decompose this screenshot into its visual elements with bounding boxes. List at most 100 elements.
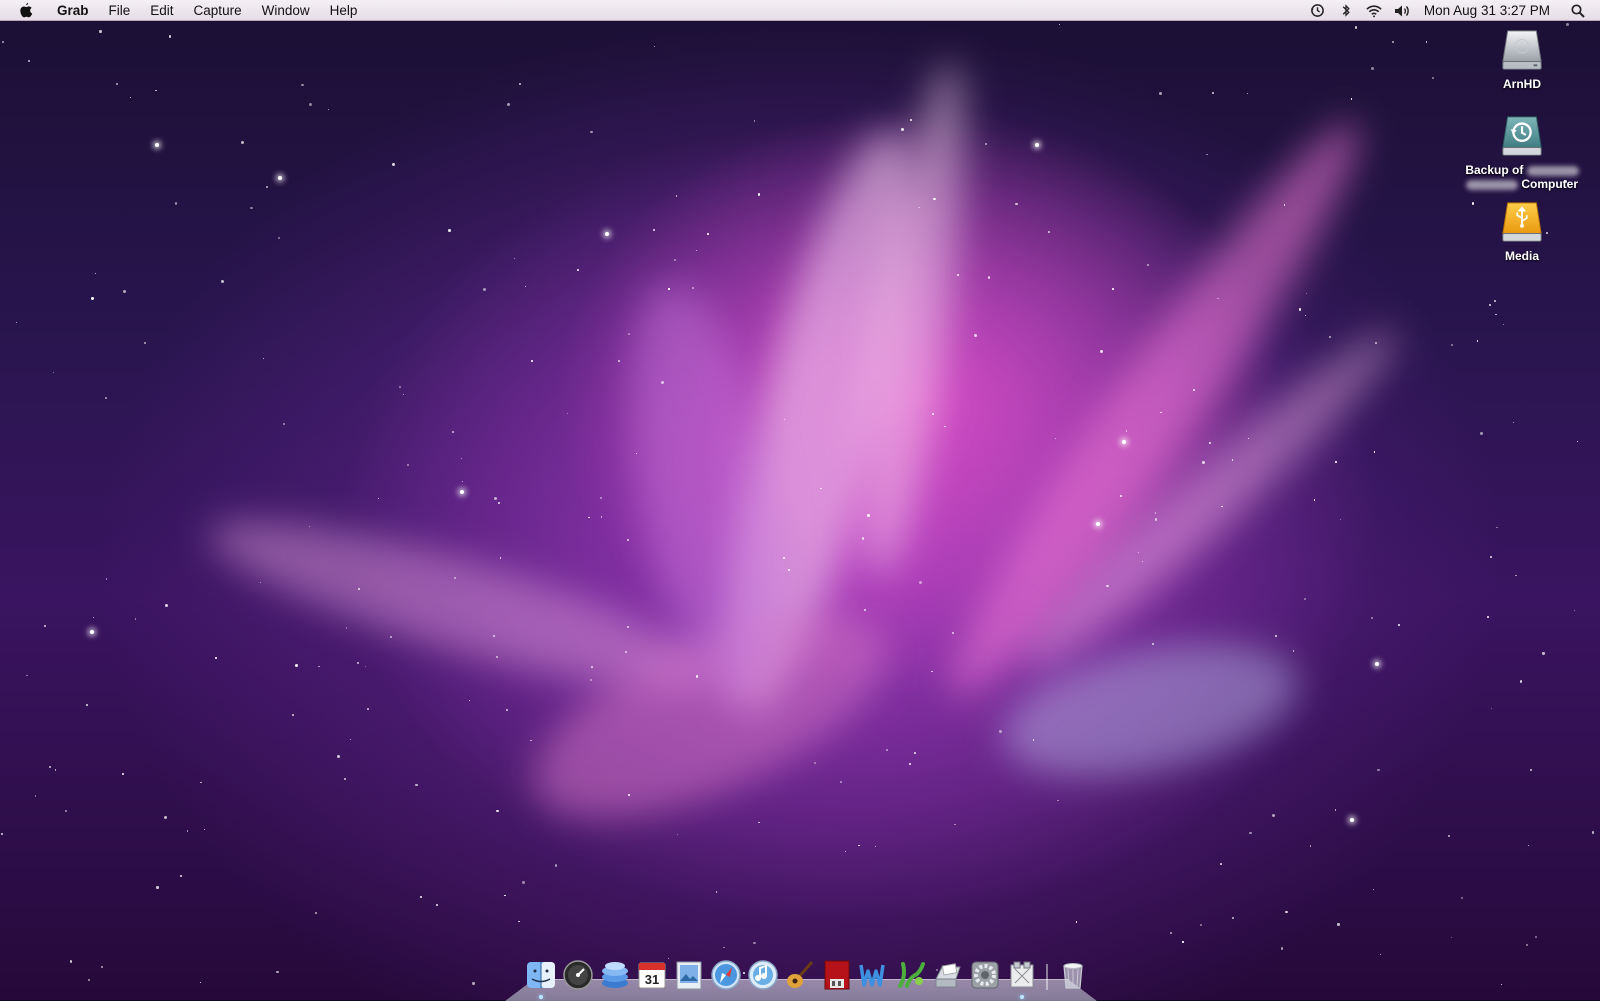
star [482,287,486,291]
menu-app-name[interactable]: Grab [47,3,99,18]
dock-separator [1046,964,1048,990]
iweb-icon[interactable] [858,958,890,992]
grab-icon[interactable] [1006,958,1038,999]
menu-clock[interactable]: Mon Aug 31 3:27 PM [1424,3,1550,18]
star [174,202,177,205]
star [1526,944,1528,946]
star [1591,831,1595,834]
star [34,794,37,797]
star [1141,560,1144,562]
star [864,609,867,611]
star [99,30,102,33]
star [1200,924,1202,926]
star [1100,350,1103,353]
garageband-icon[interactable] [784,958,816,992]
star [1398,624,1400,626]
star [1232,917,1234,919]
dock: 31 [522,952,1091,999]
star [1112,288,1114,290]
stack-icon[interactable] [599,958,631,992]
desktop-icon-media[interactable]: Media [1462,199,1582,263]
star [345,627,348,629]
star [588,516,590,519]
trash-icon[interactable] [1057,958,1089,992]
menu-window[interactable]: Window [252,3,320,18]
star [1425,41,1427,43]
star [522,880,526,884]
star [105,578,108,580]
star [1249,832,1252,835]
scanner-icon[interactable] [932,958,964,992]
star [454,577,457,579]
photobooth-icon[interactable] [821,958,853,992]
star [215,657,217,659]
star [1305,314,1307,316]
star [1527,845,1529,847]
star [504,894,506,896]
safari-icon[interactable] [710,958,742,992]
star [1335,461,1337,463]
star [1047,231,1050,234]
spotlight-icon[interactable] [1570,3,1586,19]
star [460,457,462,459]
backup-label-line2: Computer [1521,177,1578,191]
star [180,875,182,877]
star [336,755,340,759]
star [91,297,94,300]
preview-icon[interactable] [673,958,705,992]
star [276,970,279,973]
star [1354,26,1357,29]
star [1217,297,1219,300]
star [266,185,268,188]
desktop-icon-label: ArnHD [1503,77,1541,91]
time-machine-icon[interactable] [1310,3,1326,19]
star [1529,768,1532,771]
redacted-name [1465,179,1518,190]
bright-star [155,143,159,147]
desktop-icon-arnhd[interactable]: ArnHD [1462,27,1582,91]
star [901,127,905,131]
star [1,40,4,43]
bluetooth-icon[interactable] [1338,3,1354,19]
star [676,833,678,835]
finder-icon[interactable] [525,958,557,999]
volume-icon[interactable] [1394,3,1410,19]
star [356,661,360,665]
network-icon[interactable] [895,958,927,992]
desktop-icon-label: Media [1504,249,1539,263]
star [715,891,718,893]
star [168,35,172,38]
apple-menu-icon[interactable] [18,2,33,18]
running-indicator [1019,995,1024,999]
star [318,665,320,668]
menu-file[interactable]: File [99,3,141,18]
star [1480,432,1483,435]
star [69,960,73,963]
star [1542,652,1545,655]
star [783,418,786,420]
dashboard-icon[interactable] [562,958,594,992]
bright-star [605,232,609,236]
star [782,556,785,559]
star [186,830,189,832]
star [707,233,709,235]
star [1075,921,1077,923]
usb-drive-icon [1502,202,1542,242]
wifi-icon[interactable] [1366,3,1382,19]
ical-icon[interactable]: 31 [636,958,668,992]
star [1170,932,1172,934]
menu-capture[interactable]: Capture [184,3,252,18]
menu-help[interactable]: Help [320,3,368,18]
star [301,83,304,87]
star [910,119,912,121]
star [65,809,68,812]
star [28,60,30,62]
star [918,580,922,584]
star [944,425,946,428]
star [1201,460,1205,464]
menu-edit[interactable]: Edit [140,3,183,18]
itunes-icon[interactable] [747,958,779,992]
desktop-icon-backup[interactable]: Backup of Computer [1462,113,1582,191]
system-preferences-icon[interactable] [969,958,1001,992]
star [415,783,418,786]
